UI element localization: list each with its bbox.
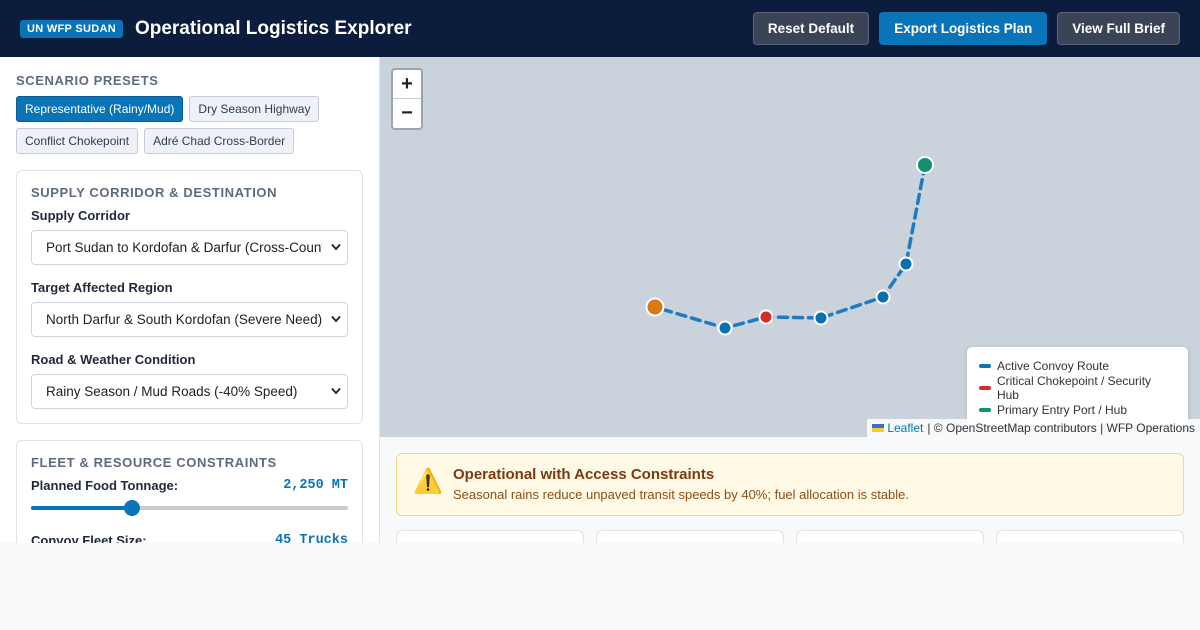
chokepoint-marker[interactable]: [758, 309, 774, 325]
tonnage-row: Planned Food Tonnage: 2,250 MT: [31, 478, 348, 493]
status-text: Seasonal rains reduce unpaved transit sp…: [453, 487, 910, 502]
road-weather-label: Road & Weather Condition: [31, 352, 196, 367]
chevron-down-icon: [331, 315, 341, 323]
target-region-label: Target Affected Region: [31, 280, 173, 295]
fleet-row: Convoy Fleet Size: 45 Trucks: [31, 533, 348, 543]
metric-card: [596, 530, 784, 543]
chevron-down-icon: [331, 243, 341, 251]
waypoint-marker[interactable]: [875, 289, 891, 305]
presets-heading: SCENARIO PRESETS: [16, 73, 159, 88]
legend-item: Critical Chokepoint / Security Hub: [979, 374, 1176, 402]
tonnage-slider[interactable]: [31, 499, 348, 517]
org-badge: UN WFP SUDAN: [20, 19, 123, 38]
attribution-text: | © OpenStreetMap contributors | WFP Ope…: [927, 421, 1195, 435]
map-legend: Active Convoy Route Critical Chokepoint …: [967, 347, 1188, 425]
route-map[interactable]: + − Active Convoy Route Critical Chokepo…: [380, 57, 1200, 437]
status-title: Operational with Access Constraints: [453, 466, 715, 483]
header-actions: Reset Default Export Logistics Plan View…: [752, 12, 1180, 45]
results-area: ⚠️ Operational with Access Constraints S…: [380, 437, 1200, 543]
slider-fill: [31, 506, 133, 510]
supply-corridor-select[interactable]: Port Sudan to Kordofan & Darfur (Cross-C…: [31, 230, 348, 265]
legend-label: Primary Entry Port / Hub: [997, 403, 1128, 417]
export-plan-button[interactable]: Export Logistics Plan: [879, 12, 1048, 45]
legend-label: Active Convoy Route: [997, 359, 1110, 373]
warning-icon: ⚠️: [413, 468, 443, 495]
status-alert: ⚠️ Operational with Access Constraints S…: [396, 453, 1184, 516]
tonnage-value: 2,250 MT: [283, 478, 348, 493]
metric-card: [396, 530, 584, 543]
preset-list: Representative (Rainy/Mud) Dry Season Hi…: [16, 96, 336, 154]
corridor-panel: SUPPLY CORRIDOR & DESTINATION Supply Cor…: [16, 170, 363, 424]
fleet-size-label: Convoy Fleet Size:: [31, 533, 147, 543]
legend-item: Primary Entry Port / Hub: [979, 399, 1176, 421]
waypoint-marker[interactable]: [898, 256, 914, 272]
supply-corridor-label: Supply Corridor: [31, 208, 130, 223]
legend-swatch: [979, 408, 991, 412]
preset-dry-season[interactable]: Dry Season Highway: [189, 96, 320, 122]
waypoint-marker[interactable]: [813, 310, 829, 326]
zoom-out-button[interactable]: −: [393, 99, 421, 128]
zoom-in-button[interactable]: +: [393, 70, 421, 99]
waypoint-marker[interactable]: [717, 320, 733, 336]
fleet-panel: FLEET & RESOURCE CONSTRAINTS Planned Foo…: [16, 440, 363, 543]
corridor-heading: SUPPLY CORRIDOR & DESTINATION: [31, 185, 278, 200]
fleet-size-value: 45 Trucks: [275, 533, 348, 543]
metric-card: [796, 530, 984, 543]
view-brief-button[interactable]: View Full Brief: [1057, 12, 1180, 45]
legend-label: Critical Chokepoint / Security Hub: [996, 374, 1152, 402]
supply-corridor-value: Port Sudan to Kordofan & Darfur (Cross-C…: [46, 240, 322, 255]
preset-adre-crossborder[interactable]: Adré Chad Cross-Border: [144, 128, 295, 154]
destination-marker[interactable]: [645, 297, 665, 317]
chevron-down-icon: [331, 387, 341, 395]
slider-thumb[interactable]: [124, 500, 141, 516]
control-sidebar: SCENARIO PRESETS Representative (Rainy/M…: [0, 57, 380, 543]
preset-conflict[interactable]: Conflict Chokepoint: [16, 128, 139, 154]
map-attribution: Leaflet | © OpenStreetMap contributors |…: [867, 419, 1200, 437]
road-weather-value: Rainy Season / Mud Roads (-40% Speed): [46, 384, 298, 399]
legend-swatch: [979, 364, 991, 368]
target-region-select[interactable]: North Darfur & South Kordofan (Severe Ne…: [31, 302, 348, 337]
zoom-control: + −: [391, 68, 423, 130]
app-title: Operational Logistics Explorer: [134, 17, 412, 39]
target-region-value: North Darfur & South Kordofan (Severe Ne…: [46, 312, 322, 327]
legend-swatch: [979, 386, 991, 390]
leaflet-link[interactable]: Leaflet: [887, 421, 923, 435]
app-header: UN WFP SUDAN Operational Logistics Explo…: [0, 0, 1200, 57]
road-weather-select[interactable]: Rainy Season / Mud Roads (-40% Speed): [31, 374, 348, 409]
tonnage-label: Planned Food Tonnage:: [31, 478, 179, 493]
ukraine-flag-icon: [872, 424, 885, 432]
port-marker[interactable]: [916, 156, 934, 174]
reset-default-button[interactable]: Reset Default: [752, 12, 870, 45]
fleet-heading: FLEET & RESOURCE CONSTRAINTS: [31, 455, 277, 470]
metric-card: [996, 530, 1184, 543]
preset-rainy-mud[interactable]: Representative (Rainy/Mud): [16, 96, 184, 122]
